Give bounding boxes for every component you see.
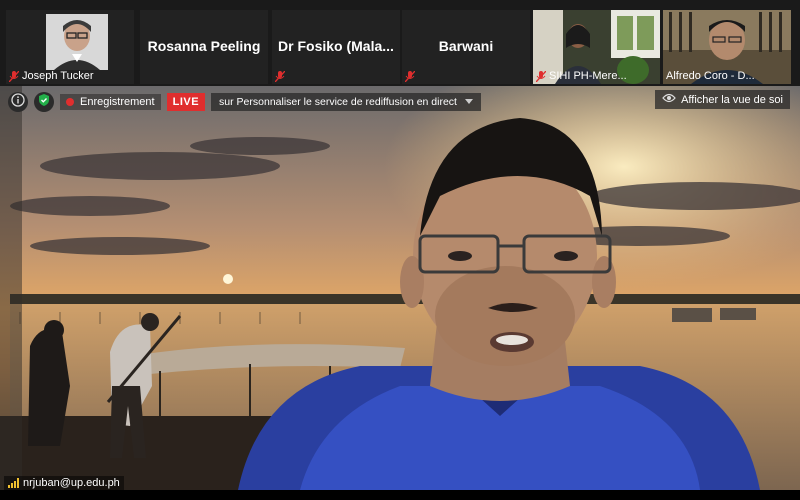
mic-muted-icon — [275, 71, 285, 82]
participant-label: Joseph Tucker — [9, 70, 94, 82]
speaker-video-frame — [0, 86, 800, 490]
livestream-dropdown-text: sur Personnaliser le service de rediffus… — [219, 96, 457, 108]
participant-name: SIHI PH-Mere... — [549, 70, 627, 82]
show-self-view-label: Afficher la vue de soi — [681, 93, 783, 106]
meeting-toolbar: Enregistrement LIVE sur Personnaliser le… — [8, 91, 481, 113]
shield-check-icon — [37, 93, 51, 112]
participant-tile-barwani[interactable]: Barwani — [402, 10, 530, 84]
mic-muted-icon — [405, 71, 415, 82]
participant-name: Rosanna Peeling — [147, 38, 261, 54]
participant-label — [275, 71, 285, 82]
speaker-name: nrjuban@up.edu.ph — [23, 477, 120, 489]
participant-name: Alfredo Coro - D... — [666, 70, 755, 82]
participant-label — [405, 71, 415, 82]
participant-name: Joseph Tucker — [22, 70, 94, 82]
participant-label: SIHI PH-Mere... — [536, 70, 627, 82]
connection-signal-icon — [8, 478, 19, 488]
participant-name: Dr Fosiko (Mala... — [278, 38, 394, 54]
participant-tile-joseph-tucker[interactable]: Joseph Tucker — [6, 10, 134, 84]
participant-tile-sihi-ph[interactable]: SIHI PH-Mere... — [533, 10, 660, 84]
speaker-name-label: nrjuban@up.edu.ph — [4, 476, 124, 490]
participant-strip: Joseph Tucker Rosanna Peeling Dr Fosiko … — [0, 0, 800, 86]
active-speaker-video — [0, 86, 800, 490]
recording-label: Enregistrement — [80, 96, 155, 108]
info-icon — [11, 92, 25, 112]
chevron-down-icon — [464, 96, 473, 108]
mic-muted-icon — [9, 70, 19, 82]
show-self-view-button[interactable]: Afficher la vue de soi — [655, 90, 790, 109]
security-button[interactable] — [34, 92, 54, 112]
info-button[interactable] — [8, 92, 28, 112]
recording-dot-icon — [66, 98, 74, 106]
recording-indicator[interactable]: Enregistrement — [60, 94, 161, 110]
livestream-dropdown[interactable]: sur Personnaliser le service de rediffus… — [211, 93, 481, 111]
participant-tile-dr-fosiko[interactable]: Dr Fosiko (Mala... — [272, 10, 400, 84]
mic-muted-icon — [536, 70, 546, 82]
participant-tile-alfredo-coro[interactable]: Alfredo Coro - D... — [663, 10, 791, 84]
participant-tile-rosanna-peeling[interactable]: Rosanna Peeling — [140, 10, 268, 84]
live-badge[interactable]: LIVE — [166, 93, 206, 111]
eye-icon — [662, 93, 676, 106]
avatar — [46, 14, 108, 70]
participant-name: Barwani — [438, 38, 494, 54]
participant-label: Alfredo Coro - D... — [666, 70, 755, 82]
